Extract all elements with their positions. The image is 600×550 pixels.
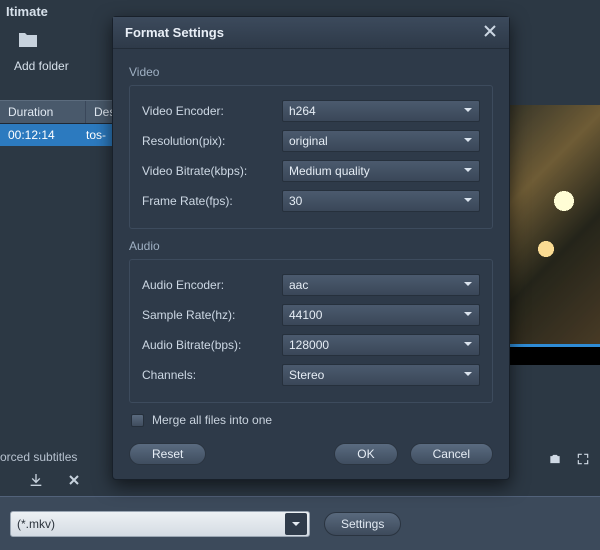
channels-select[interactable]: Stereo xyxy=(282,364,480,386)
settings-button[interactable]: Settings xyxy=(324,512,401,536)
format-value: (*.mkv) xyxy=(17,517,55,531)
video-preview xyxy=(510,105,600,365)
video-bitrate-label: Video Bitrate(kbps): xyxy=(142,164,282,178)
cell-destination: tos- xyxy=(86,128,106,142)
download-icon[interactable] xyxy=(28,472,44,491)
resolution-value: original xyxy=(289,134,328,148)
chevron-down-icon xyxy=(463,338,473,352)
chevron-down-icon xyxy=(285,513,307,535)
channels-value: Stereo xyxy=(289,368,324,382)
video-fieldset: Video Encoder: h264 Resolution(pix): ori… xyxy=(129,85,493,229)
ok-button[interactable]: OK xyxy=(334,443,397,465)
framerate-select[interactable]: 30 xyxy=(282,190,480,212)
preview-image xyxy=(510,105,600,345)
audio-section-label: Audio xyxy=(129,239,493,253)
audio-bitrate-label: Audio Bitrate(bps): xyxy=(142,338,282,352)
dialog-title: Format Settings xyxy=(125,25,224,40)
bottom-bar: (*.mkv) Settings xyxy=(0,496,600,550)
chevron-down-icon xyxy=(463,368,473,382)
audio-encoder-select[interactable]: aac xyxy=(282,274,480,296)
chevron-down-icon xyxy=(463,104,473,118)
toolbar-add-folder[interactable]: Add folder xyxy=(14,28,69,73)
cancel-button[interactable]: Cancel xyxy=(410,443,493,465)
video-encoder-value: h264 xyxy=(289,104,316,118)
audio-encoder-label: Audio Encoder: xyxy=(142,278,282,292)
format-settings-dialog: Format Settings Video Video Encoder: h26… xyxy=(112,16,510,480)
close-button[interactable] xyxy=(483,24,497,41)
forced-subtitles-label: orced subtitles xyxy=(0,450,77,464)
channels-label: Channels: xyxy=(142,368,282,382)
samplerate-value: 44100 xyxy=(289,308,322,322)
snapshot-icon[interactable] xyxy=(548,452,562,469)
remove-icon[interactable] xyxy=(66,472,82,491)
video-encoder-select[interactable]: h264 xyxy=(282,100,480,122)
video-section-label: Video xyxy=(129,65,493,79)
chevron-down-icon xyxy=(463,164,473,178)
merge-label: Merge all files into one xyxy=(152,413,272,427)
reset-button[interactable]: Reset xyxy=(129,443,206,465)
output-format-select[interactable]: (*.mkv) xyxy=(10,511,310,537)
add-folder-label: Add folder xyxy=(14,59,69,73)
chevron-down-icon xyxy=(463,278,473,292)
audio-bitrate-value: 128000 xyxy=(289,338,329,352)
fullscreen-icon[interactable] xyxy=(576,452,590,469)
folder-icon xyxy=(14,28,69,55)
samplerate-select[interactable]: 44100 xyxy=(282,304,480,326)
resolution-label: Resolution(pix): xyxy=(142,134,282,148)
framerate-label: Frame Rate(fps): xyxy=(142,194,282,208)
cell-duration: 00:12:14 xyxy=(0,128,86,142)
dialog-titlebar: Format Settings xyxy=(113,17,509,49)
chevron-down-icon xyxy=(463,134,473,148)
progress-bar[interactable] xyxy=(510,344,600,347)
video-bitrate-value: Medium quality xyxy=(289,164,370,178)
chevron-down-icon xyxy=(463,308,473,322)
chevron-down-icon xyxy=(463,194,473,208)
framerate-value: 30 xyxy=(289,194,302,208)
video-encoder-label: Video Encoder: xyxy=(142,104,282,118)
video-bitrate-select[interactable]: Medium quality xyxy=(282,160,480,182)
resolution-select[interactable]: original xyxy=(282,130,480,152)
col-duration[interactable]: Duration xyxy=(0,101,86,123)
audio-fieldset: Audio Encoder: aac Sample Rate(hz): 4410… xyxy=(129,259,493,403)
audio-encoder-value: aac xyxy=(289,278,308,292)
audio-bitrate-select[interactable]: 128000 xyxy=(282,334,480,356)
merge-checkbox[interactable] xyxy=(131,414,144,427)
app-title: Itimate xyxy=(6,4,48,19)
samplerate-label: Sample Rate(hz): xyxy=(142,308,282,322)
